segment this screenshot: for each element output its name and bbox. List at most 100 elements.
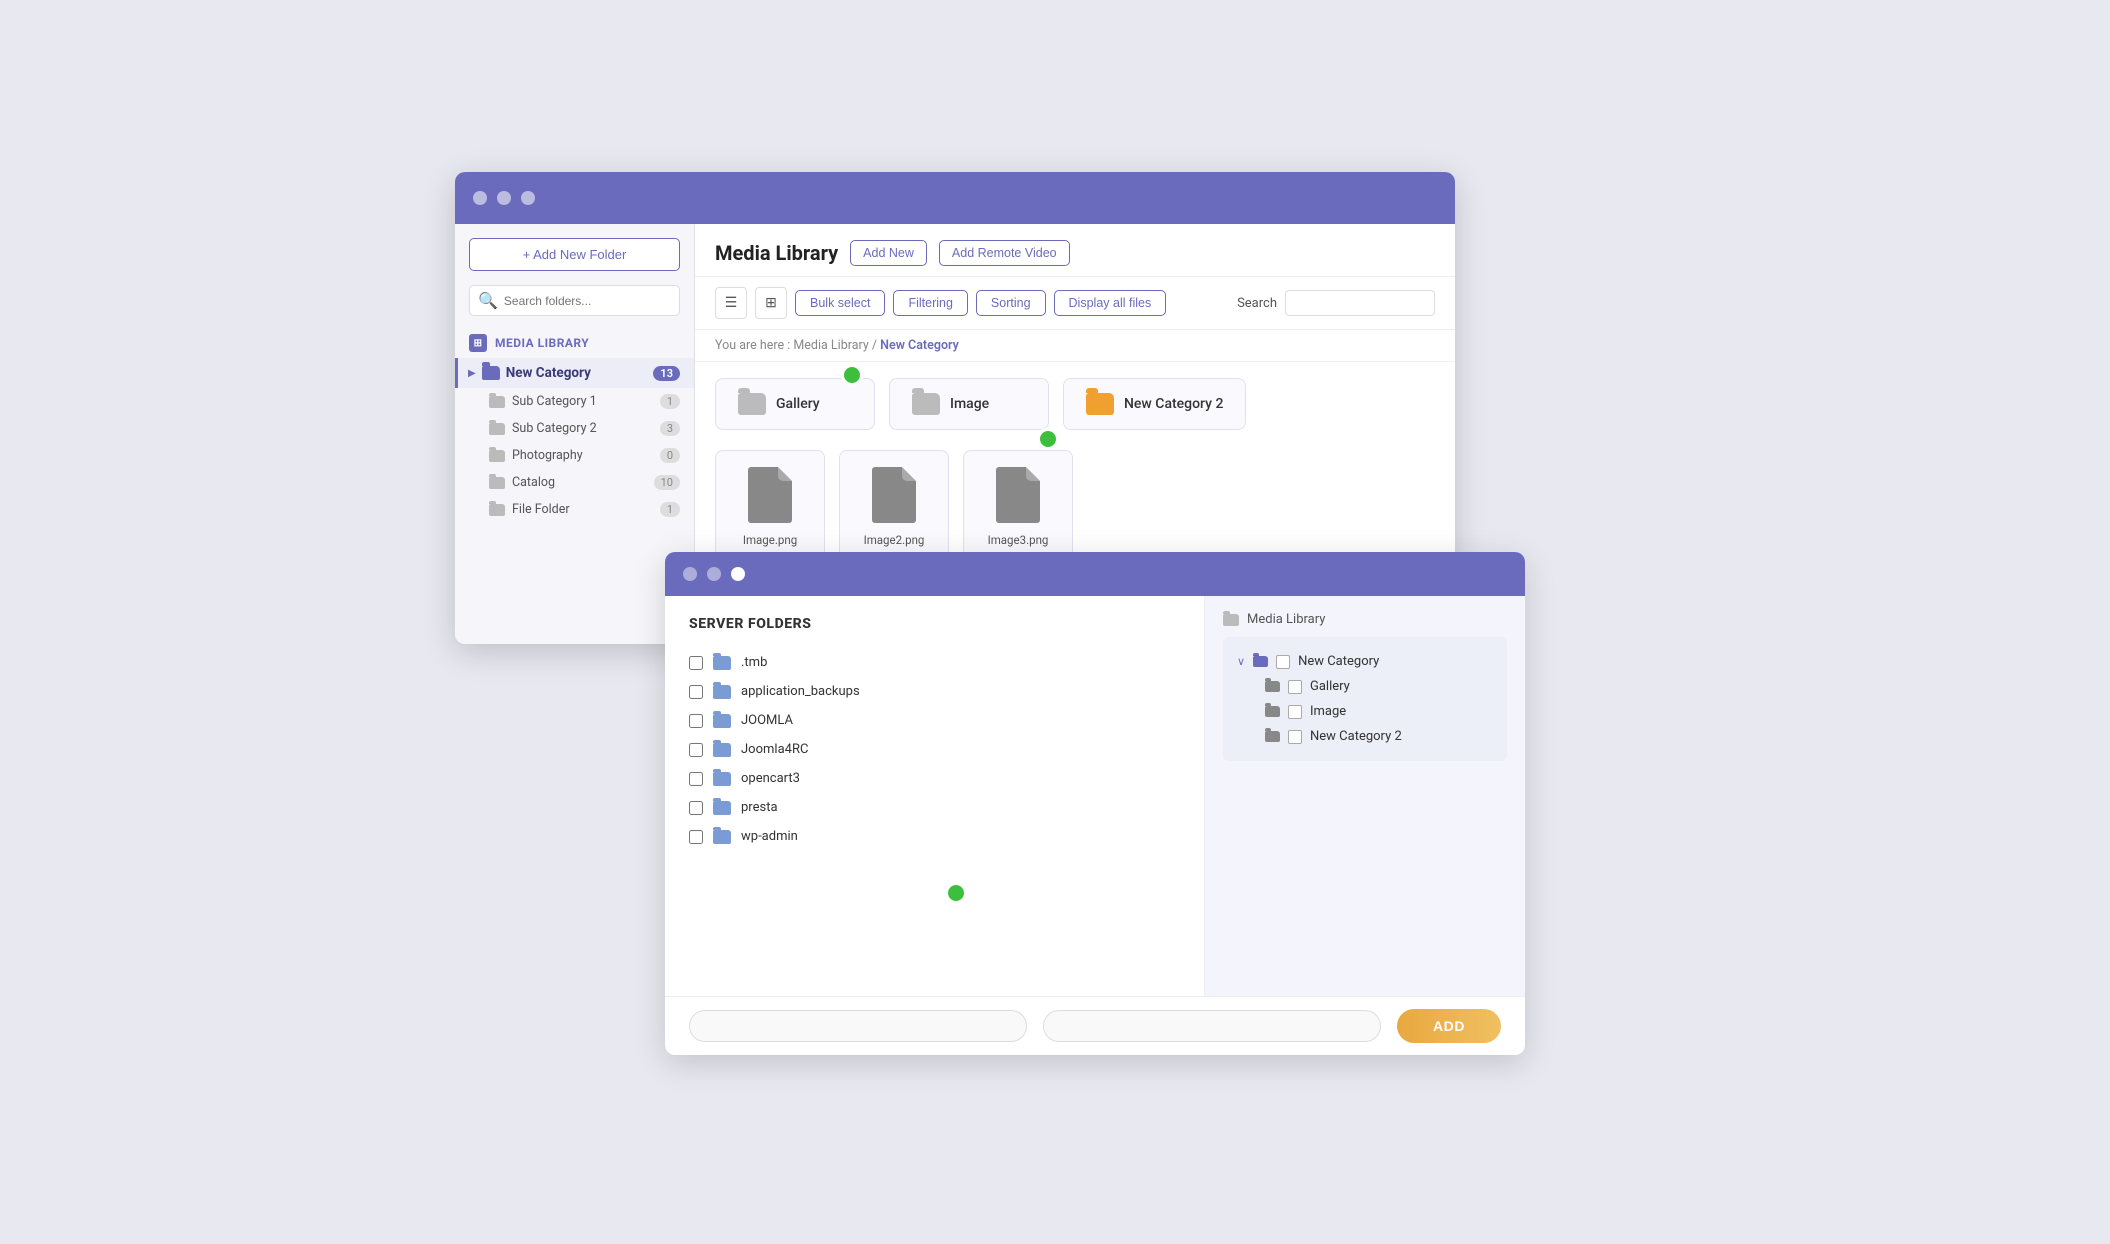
folder-icon-gray <box>489 423 505 435</box>
bottom-input-1[interactable] <box>689 1010 1027 1042</box>
folder-name-gallery: Gallery <box>776 396 820 412</box>
bottom-input-2[interactable] <box>1043 1010 1381 1042</box>
folder-name-image: Image <box>950 396 989 412</box>
folder-name-wp-admin: wp-admin <box>741 829 798 844</box>
breadcrumb-root[interactable]: Media Library <box>793 338 868 353</box>
tree-folder-icon-gallery <box>1265 681 1280 692</box>
right-panel-title: Media Library <box>1247 612 1325 627</box>
folder-name-opencart3: opencart3 <box>741 771 800 786</box>
folder-icon-gray <box>489 477 505 489</box>
chevron-icon: ▶ <box>468 368 476 379</box>
tree-child-image[interactable]: Image <box>1237 699 1493 724</box>
checkbox-joomla4rc[interactable] <box>689 743 703 757</box>
folder-grid: Gallery Image New Category 2 <box>695 362 1455 440</box>
sidebar-item-catalog[interactable]: Catalog 10 <box>455 469 694 496</box>
sub-badge: 0 <box>660 448 680 463</box>
checkbox-presta[interactable] <box>689 801 703 815</box>
green-dot-1 <box>841 364 863 386</box>
checkbox-wp-admin[interactable] <box>689 830 703 844</box>
dot-6 <box>731 567 745 581</box>
list-view-button[interactable]: ☰ <box>715 287 747 319</box>
sub-category-name: Catalog <box>512 475 555 490</box>
tree-folder-icon-root <box>1253 656 1268 667</box>
sub-badge: 1 <box>660 502 680 517</box>
breadcrumb: You are here : Media Library / New Categ… <box>695 330 1455 362</box>
search-toolbar-input[interactable] <box>1285 290 1435 316</box>
display-all-files-button[interactable]: Display all files <box>1054 290 1167 316</box>
filtering-button[interactable]: Filtering <box>893 290 967 316</box>
right-panel-header: Media Library <box>1223 612 1507 627</box>
search-input[interactable] <box>504 294 671 308</box>
folder-icon-gray <box>489 450 505 462</box>
file-name-3: Image3.png <box>988 533 1049 547</box>
sidebar-item-sub-category-2[interactable]: Sub Category 2 3 <box>455 415 694 442</box>
file-name-2: Image2.png <box>864 533 925 547</box>
bulk-select-button[interactable]: Bulk select <box>795 290 885 316</box>
titlebar-2 <box>665 552 1525 596</box>
add-new-button[interactable]: Add New <box>850 240 927 266</box>
folder-icon-image <box>912 393 940 415</box>
right-panel: Media Library ∨ New Category Gallery <box>1205 596 1525 996</box>
folder-row-app-backups: application_backups <box>689 677 1180 706</box>
folder-icon-gray <box>489 396 505 408</box>
tree-checkbox-new-cat-2[interactable] <box>1288 730 1302 744</box>
checkbox-opencart3[interactable] <box>689 772 703 786</box>
folder-row-joomla: JOOMLA <box>689 706 1180 735</box>
tree-checkbox-gallery[interactable] <box>1288 680 1302 694</box>
folder-icon-gallery <box>738 393 766 415</box>
breadcrumb-current: New Category <box>880 338 959 353</box>
checkbox-app-backups[interactable] <box>689 685 703 699</box>
file-card-3[interactable]: Image3.png <box>963 450 1073 560</box>
add-folder-button[interactable]: + Add New Folder <box>469 238 680 271</box>
file-card-1[interactable]: Image.png <box>715 450 825 560</box>
search-label: Search <box>1237 296 1277 311</box>
folder-name-new-category-2: New Category 2 <box>1124 396 1223 412</box>
folder-card-new-category-2[interactable]: New Category 2 <box>1063 378 1246 430</box>
breadcrumb-separator: / <box>872 338 880 353</box>
page-title: Media Library <box>715 241 838 265</box>
folder-row-opencart3: opencart3 <box>689 764 1180 793</box>
dot-5 <box>707 567 721 581</box>
sub-category-name: Sub Category 1 <box>512 394 597 409</box>
folder-icon-gray <box>489 504 505 516</box>
tree-checkbox-image[interactable] <box>1288 705 1302 719</box>
folder-card-image[interactable]: Image <box>889 378 1049 430</box>
sidebar-item-file-folder[interactable]: File Folder 1 <box>455 496 694 523</box>
sidebar-item-photography[interactable]: Photography 0 <box>455 442 694 469</box>
folder-icon-joomla <box>713 714 731 728</box>
file-icon-2 <box>872 467 916 523</box>
server-folders-panel: SERVER FOLDERS .tmb application_backups … <box>665 596 1205 996</box>
folder-name-tmb: .tmb <box>741 655 767 670</box>
sub-badge: 1 <box>660 394 680 409</box>
tree-item-root[interactable]: ∨ New Category <box>1237 649 1493 674</box>
file-card-2[interactable]: Image2.png <box>839 450 949 560</box>
rp-folder-icon <box>1223 614 1239 626</box>
dot-4 <box>683 567 697 581</box>
folder-row-wp-admin: wp-admin <box>689 822 1180 851</box>
add-remote-video-button[interactable]: Add Remote Video <box>939 240 1070 266</box>
sub-badge: 10 <box>654 475 680 490</box>
sub-badge: 3 <box>660 421 680 436</box>
tree-child-new-category-2[interactable]: New Category 2 <box>1237 724 1493 749</box>
sorting-button[interactable]: Sorting <box>976 290 1046 316</box>
file-name-1: Image.png <box>743 533 797 547</box>
toolbar: ☰ ⊞ Bulk select Filtering Sorting Displa… <box>695 277 1455 330</box>
checkbox-tmb[interactable] <box>689 656 703 670</box>
tree-child-name-new-category-2: New Category 2 <box>1310 729 1402 744</box>
sidebar-item-sub-category-1[interactable]: Sub Category 1 1 <box>455 388 694 415</box>
tree-checkbox-root[interactable] <box>1276 655 1290 669</box>
sidebar-item-new-category[interactable]: ▶ New Category 13 <box>455 358 694 388</box>
tree-child-gallery[interactable]: Gallery <box>1237 674 1493 699</box>
ml-icon: ⊞ <box>469 334 487 352</box>
server-folders-title: SERVER FOLDERS <box>689 616 1180 632</box>
folder-icon-app-backups <box>713 685 731 699</box>
green-dot-3 <box>945 882 967 904</box>
category-badge: 13 <box>653 366 680 381</box>
folder-icon-joomla4rc <box>713 743 731 757</box>
checkbox-joomla[interactable] <box>689 714 703 728</box>
tree-root-name: New Category <box>1298 654 1379 669</box>
add-button[interactable]: ADD <box>1397 1009 1501 1043</box>
sub-category-name: Sub Category 2 <box>512 421 597 436</box>
chevron-down-icon: ∨ <box>1237 655 1245 668</box>
grid-view-button[interactable]: ⊞ <box>755 287 787 319</box>
